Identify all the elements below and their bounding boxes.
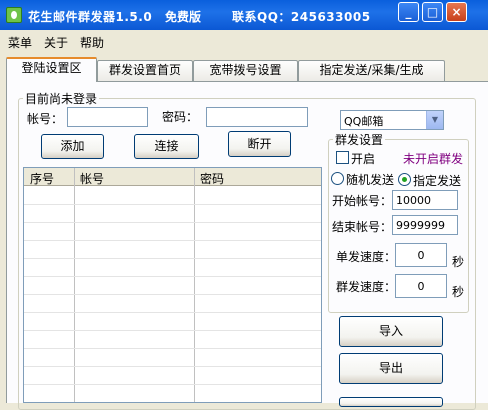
send-settings-legend: 群发设置: [335, 133, 384, 147]
single-speed-input[interactable]: [395, 243, 447, 267]
group-speed-input[interactable]: [395, 274, 447, 298]
specified-send-label: 指定发送: [413, 174, 462, 188]
menu-bar: 菜单 关于 帮助: [0, 30, 488, 52]
more-button[interactable]: [339, 397, 443, 407]
main-window: 花生邮件群发器1.5.0 免费版 联系QQ：245633005 _ □ × 菜单…: [0, 0, 488, 410]
add-button[interactable]: 添加: [41, 134, 104, 159]
specified-send-radio[interactable]: [398, 173, 411, 186]
tab-broadband-dial[interactable]: 宽带拨号设置: [193, 60, 298, 81]
enable-checkbox[interactable]: [336, 151, 349, 164]
table-header: 序号 帐号 密码: [24, 168, 321, 186]
password-label: 密码：: [162, 110, 199, 124]
menu-item-menu[interactable]: 菜单: [8, 34, 32, 51]
disconnect-button[interactable]: 断开: [228, 131, 291, 157]
single-speed-unit: 秒: [452, 255, 465, 269]
row-divider: [24, 204, 321, 205]
row-divider: [24, 294, 321, 295]
connect-button[interactable]: 连接: [134, 134, 199, 159]
row-divider: [24, 258, 321, 259]
group-speed-unit: 秒: [452, 285, 465, 299]
column-header-index: 序号: [30, 172, 55, 186]
random-send-radio[interactable]: [331, 172, 344, 185]
random-send-label: 随机发送: [346, 173, 395, 187]
close-icon[interactable]: ×: [446, 2, 467, 22]
mail-type-select[interactable]: QQ邮箱 ▼: [340, 110, 444, 130]
row-divider: [24, 330, 321, 331]
single-speed-label: 单发速度：: [336, 250, 397, 264]
column-header-account: 帐号: [80, 172, 105, 186]
enable-label: 开启: [351, 152, 376, 166]
account-table[interactable]: 序号 帐号 密码: [23, 167, 322, 403]
end-account-label: 结束帐号：: [332, 220, 393, 234]
start-account-input[interactable]: [392, 190, 458, 210]
password-input[interactable]: [206, 107, 308, 127]
export-button[interactable]: 导出: [339, 353, 443, 384]
import-button[interactable]: 导入: [339, 316, 443, 347]
maximize-icon[interactable]: □: [422, 2, 443, 22]
end-account-input[interactable]: [392, 215, 458, 235]
tab-strip: 登陆设置区 群发设置首页 宽带拨号设置 指定发送/采集/生成: [0, 52, 488, 82]
row-divider: [24, 348, 321, 349]
send-status-text: 未开启群发: [403, 152, 464, 166]
minimize-icon[interactable]: _: [398, 2, 419, 22]
account-input[interactable]: [67, 107, 148, 127]
edition-label: 免费版: [165, 10, 202, 24]
mail-type-value: QQ邮箱: [344, 115, 384, 128]
row-divider: [24, 276, 321, 277]
menu-item-about[interactable]: 关于: [44, 34, 68, 51]
start-account-label: 开始帐号：: [332, 194, 393, 208]
row-divider: [24, 384, 321, 385]
tab-login-settings[interactable]: 登陆设置区: [6, 57, 97, 82]
column-header-password: 密码: [200, 172, 225, 186]
app-title: 花生邮件群发器1.5.0: [28, 10, 153, 24]
app-icon: [6, 7, 22, 23]
account-label: 帐号：: [27, 112, 64, 126]
title-bar[interactable]: 花生邮件群发器1.5.0 免费版 联系QQ：245633005 _ □ ×: [0, 0, 488, 30]
row-divider: [24, 366, 321, 367]
row-divider: [24, 240, 321, 241]
contact-label: 联系QQ：245633005: [232, 10, 371, 24]
login-status: 目前尚未登录: [25, 92, 98, 106]
row-divider: [24, 222, 321, 223]
group-speed-label: 群发速度：: [336, 280, 397, 294]
tab-specified-send[interactable]: 指定发送/采集/生成: [298, 60, 445, 81]
chevron-down-icon[interactable]: ▼: [426, 111, 443, 129]
tab-mass-send-home[interactable]: 群发设置首页: [97, 60, 193, 81]
menu-item-help[interactable]: 帮助: [80, 34, 104, 51]
row-divider: [24, 312, 321, 313]
